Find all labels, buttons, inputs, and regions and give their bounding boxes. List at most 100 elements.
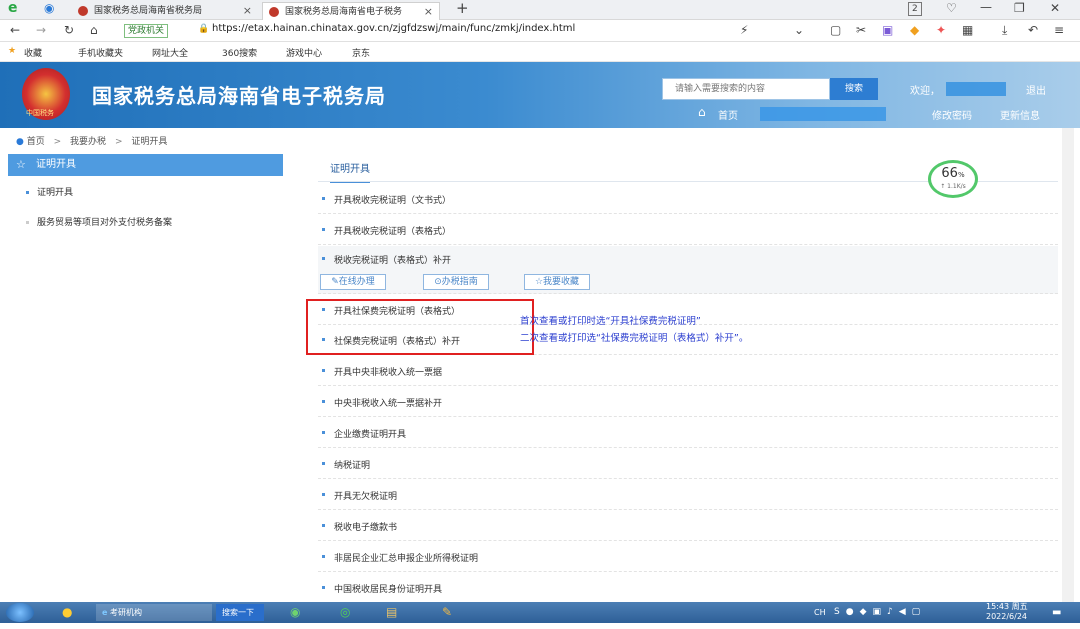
chevron-down-icon[interactable]: ⌄ — [794, 20, 804, 40]
home-icon: ⌂ — [698, 105, 706, 119]
taxpayer-name-redacted — [760, 107, 886, 121]
minimize-icon[interactable]: — — [980, 0, 992, 17]
list-item[interactable]: 税收电子缴款书 — [318, 511, 1058, 541]
highlight-annotation-box — [306, 299, 534, 355]
undo-icon[interactable]: ↶ — [1028, 20, 1038, 40]
bullet-icon — [322, 586, 325, 589]
app-paint-icon[interactable]: ✎ — [436, 604, 452, 621]
scrollbar[interactable] — [1062, 128, 1074, 602]
game-icon[interactable]: ✦ — [936, 20, 946, 40]
list-item[interactable]: 纳税证明 — [318, 449, 1058, 479]
browser-logo-icon[interactable]: e — [8, 0, 18, 18]
search-input[interactable]: 请输入需要搜索的内容 — [662, 78, 830, 100]
list-item-label: 中国税收居民身份证明开具 — [334, 585, 443, 595]
logout-link[interactable]: 退出 — [1026, 82, 1046, 97]
shield-icon[interactable]: ◆ — [910, 20, 919, 40]
button-label: 我要收藏 — [543, 277, 580, 287]
list-item-label: 开具税收完税证明（文书式） — [334, 196, 452, 206]
update-info-link[interactable]: 更新信息 — [1000, 107, 1040, 122]
taskbar-item-label: 考研机构 — [109, 608, 142, 617]
bookmarks-bar: ★ 收藏 手机收藏夹 网址大全 360搜索 游戏中心 京东 — [0, 42, 1080, 62]
bookmark-item[interactable]: 京东 — [352, 46, 370, 59]
url-field[interactable]: https://etax.hainan.chinatax.gov.cn/zjgf… — [212, 23, 575, 34]
lock-icon: 🔒 — [198, 24, 210, 34]
download-icon[interactable]: ⤓ — [1002, 20, 1007, 40]
refresh-icon[interactable]: ↻ — [64, 20, 74, 40]
speed-unit: % — [957, 171, 965, 179]
bookmark-item[interactable]: 游戏中心 — [286, 46, 322, 59]
close-tab-icon[interactable]: × — [243, 2, 252, 20]
new-tab-button[interactable]: + — [456, 0, 469, 18]
bookmark-item[interactable]: 网址大全 — [152, 46, 188, 59]
browser-tab-bar: e ◉ 国家税务总局海南省税务局 × 国家税务总局海南省电子税务 × + 2 ♡… — [0, 0, 1080, 20]
list-item[interactable]: 企业缴费证明开具 — [318, 418, 1058, 448]
taskbar-item-search[interactable]: 搜索一下 — [216, 604, 264, 621]
apps-icon[interactable]: ▦ — [962, 20, 973, 40]
list-item[interactable]: 非居民企业汇总申报企业所得税证明 — [318, 542, 1058, 572]
search-button[interactable]: 搜索 — [830, 78, 878, 100]
change-password-link[interactable]: 修改密码 — [932, 107, 972, 122]
input-language[interactable]: CH — [808, 604, 826, 621]
online-handle-button[interactable]: ✎在线办理 — [320, 274, 386, 290]
breadcrumb-separator: > — [114, 137, 123, 147]
annotation-note-2: 二次查看或打印选“社保费完税证明（表格式）补开”。 — [520, 333, 749, 344]
add-favorite-button[interactable]: ☆我要收藏 — [524, 274, 590, 290]
skin-icon[interactable]: ♡ — [946, 0, 957, 18]
home-icon[interactable]: ⌂ — [90, 20, 98, 40]
sidebar-item-certificate[interactable]: 证明开具 — [26, 185, 73, 198]
app-green-icon[interactable]: ◉ — [284, 604, 300, 621]
bullet-icon — [26, 221, 29, 224]
tab-icon[interactable]: ◉ — [44, 0, 54, 18]
browser-tab-2[interactable]: 国家税务总局海南省电子税务 × — [262, 2, 440, 20]
extension-icon[interactable]: ▣ — [882, 20, 893, 40]
menu-icon[interactable]: ≡ — [1054, 20, 1064, 40]
favicon-icon — [269, 7, 279, 17]
list-item[interactable]: 中央非税收入统一票据补开 — [318, 387, 1058, 417]
tray-icons[interactable]: S●◆▣♪◀▢ — [828, 604, 926, 621]
clock-date[interactable]: 2022/6/24 — [980, 612, 1027, 629]
tab-certificate[interactable]: 证明开具 — [330, 160, 370, 183]
breadcrumb-home[interactable]: 首页 — [27, 137, 45, 147]
restore-icon[interactable]: ❐ — [1014, 0, 1025, 18]
list-item-label: 非居民企业汇总申报企业所得税证明 — [334, 554, 479, 564]
home-link[interactable]: 首页 — [718, 107, 738, 122]
list-item[interactable]: 开具无欠税证明 — [318, 480, 1058, 510]
back-icon[interactable]: ← — [10, 20, 20, 40]
chat-app-icon[interactable]: ● — [56, 604, 72, 621]
start-button[interactable] — [6, 603, 34, 622]
bullet-icon — [322, 555, 325, 558]
bookmark-item[interactable]: 360搜索 — [222, 46, 257, 59]
taskbar-item-browser[interactable]: e 考研机构 — [96, 604, 212, 621]
show-desktop-button[interactable]: ▬ — [1046, 604, 1061, 621]
app-360-icon[interactable]: ◎ — [334, 604, 350, 621]
list-item[interactable]: 开具税收完税证明（文书式） — [318, 184, 1058, 214]
wps-icon[interactable] — [388, 604, 394, 621]
list-item[interactable]: 开具中央非税收入统一票据 — [318, 356, 1058, 386]
list-item[interactable]: 中国税收居民身份证明开具 — [318, 573, 1058, 603]
sidebar-header[interactable]: ☆ 证明开具 — [8, 154, 283, 176]
bookmark-item[interactable]: 收藏 — [24, 46, 42, 59]
bullet-icon — [26, 191, 29, 194]
star-icon: ☆ — [16, 158, 26, 171]
lightning-icon[interactable]: ⚡ — [740, 20, 748, 40]
tab-count-badge[interactable]: 2 — [908, 2, 922, 16]
tax-guide-button[interactable]: ⊙办税指南 — [423, 274, 489, 290]
ie-icon: e — [102, 608, 108, 617]
bookmark-item[interactable]: 手机收藏夹 — [78, 46, 123, 59]
bullet-icon — [322, 431, 325, 434]
tab-label: 国家税务总局海南省税务局 — [94, 6, 203, 16]
close-tab-icon[interactable]: × — [424, 3, 433, 20]
forward-icon[interactable]: → — [36, 20, 46, 40]
screenshot-icon[interactable]: ▢ — [830, 20, 841, 40]
list-item[interactable]: 开具税收完税证明（表格式） — [318, 215, 1058, 245]
close-window-icon[interactable]: ✕ — [1050, 0, 1060, 18]
scissors-icon[interactable]: ✂ — [856, 20, 866, 40]
bullet-icon — [322, 524, 325, 527]
annotation-note-1: 首次查看或打印时选“开具社保费完税证明” — [520, 316, 701, 327]
location-pin-icon: ● — [16, 137, 24, 147]
bullet-icon — [322, 228, 325, 231]
sidebar-item-service-trade-filing[interactable]: 服务贸易等项目对外支付税务备案 — [26, 215, 172, 228]
list-item-label: 税收电子缴款书 — [334, 523, 398, 533]
browser-tab-1[interactable]: 国家税务总局海南省税务局 × — [72, 2, 258, 20]
breadcrumb-tax-service[interactable]: 我要办税 — [70, 137, 106, 147]
